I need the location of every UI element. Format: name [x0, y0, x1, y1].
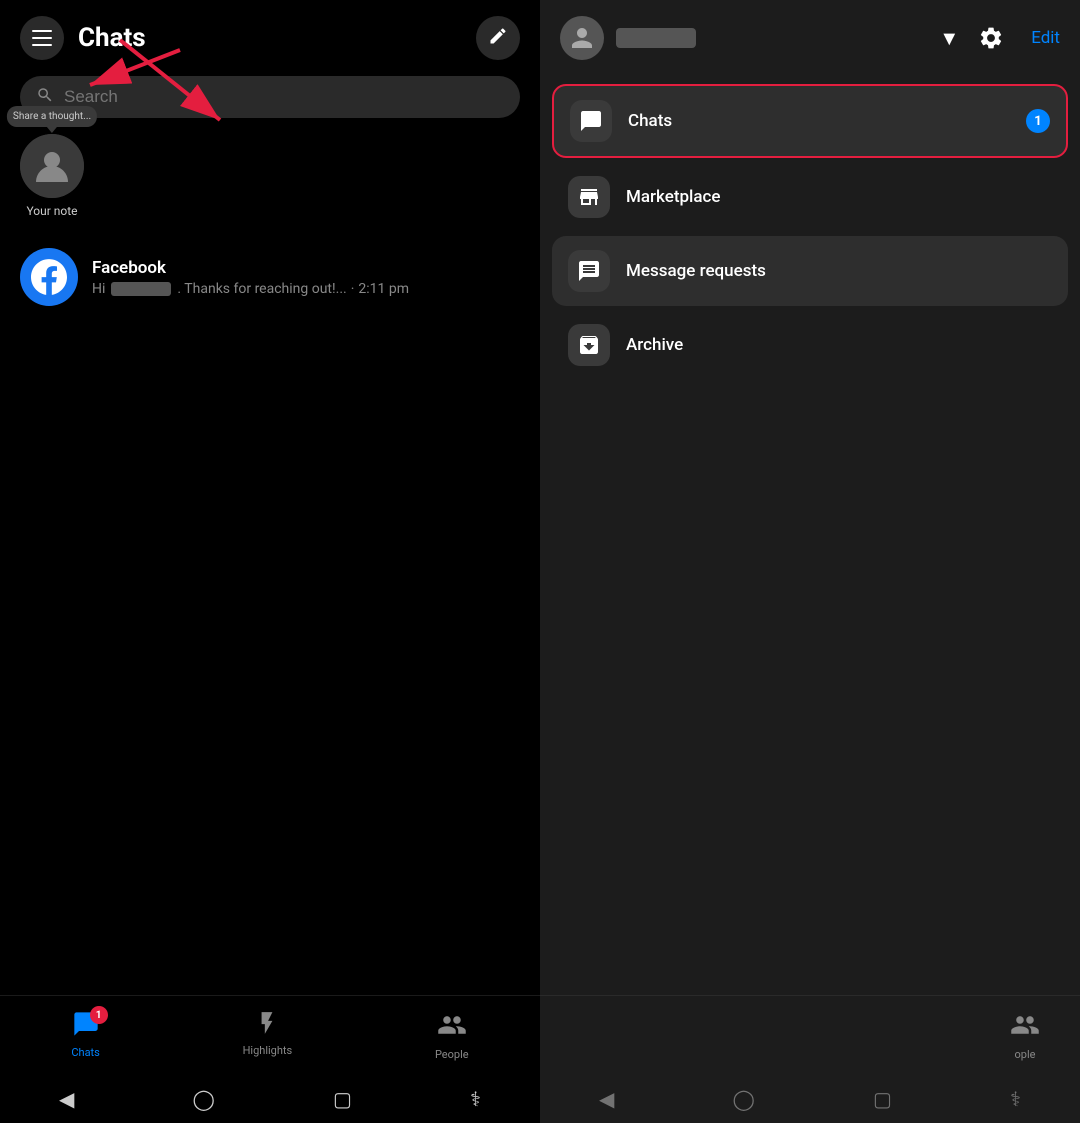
people-icon — [437, 1010, 467, 1040]
android-home-btn-right[interactable]: ◯ — [733, 1087, 755, 1111]
chats-badge: 1 — [1026, 109, 1050, 133]
highlights-icon — [254, 1010, 280, 1040]
compose-button[interactable] — [476, 16, 520, 60]
bottom-nav: 1 Chats Highlights People — [0, 995, 540, 1075]
your-note-item[interactable]: Share a thought... Your note — [20, 134, 84, 218]
hamburger-icon — [32, 30, 52, 46]
archive-icon — [568, 324, 610, 366]
archive-menu-label: Archive — [626, 335, 1052, 355]
right-spacer — [540, 388, 1080, 995]
search-icon — [36, 86, 54, 108]
message-requests-label: Message requests — [626, 261, 1052, 281]
people-right-label: ople — [1015, 1048, 1036, 1061]
android-home-btn[interactable]: ◯ — [193, 1087, 215, 1111]
person-silhouette-icon — [32, 146, 72, 186]
android-back-btn[interactable]: ◀ — [59, 1087, 74, 1111]
pencil-icon — [488, 26, 508, 50]
highlights-nav-label: Highlights — [243, 1044, 293, 1057]
right-bottom-nav: ople — [540, 995, 1080, 1075]
people-icon-right — [1010, 1010, 1040, 1044]
your-note-avatar: Share a thought... — [20, 134, 84, 198]
right-nav-people[interactable]: ople — [1010, 1010, 1040, 1061]
menu-item-archive[interactable]: Archive — [552, 310, 1068, 380]
android-recents-btn-right[interactable]: ▢ — [873, 1087, 892, 1111]
chat-nav-icon: 1 — [72, 1010, 100, 1042]
settings-button[interactable] — [971, 18, 1011, 58]
chat-list: Facebook Hi . Thanks for reaching out!..… — [0, 238, 540, 995]
redacted-name — [111, 282, 171, 296]
left-header: Chats — [0, 0, 540, 72]
menu-button[interactable] — [20, 16, 64, 60]
menu-item-marketplace[interactable]: Marketplace — [552, 162, 1068, 232]
android-accessibility-btn[interactable]: ⚕ — [470, 1087, 481, 1111]
nav-item-chats[interactable]: 1 Chats — [71, 1010, 99, 1059]
share-thought-bubble: Share a thought... — [7, 106, 97, 127]
marketplace-icon — [568, 176, 610, 218]
android-nav-left: ◀ ◯ ▢ ⚕ — [0, 1075, 540, 1123]
right-panel: ▼ Edit Chats 1 Marketp — [540, 0, 1080, 1123]
chat-menu-icon — [570, 100, 612, 142]
left-panel: Chats Share a thought... — [0, 0, 540, 1123]
people-nav-label: People — [435, 1048, 469, 1061]
edit-button[interactable]: Edit — [1031, 28, 1060, 48]
chats-nav-label: Chats — [71, 1046, 99, 1059]
gear-icon — [978, 25, 1004, 51]
table-row[interactable]: Facebook Hi . Thanks for reaching out!..… — [0, 238, 540, 316]
chat-name: Facebook — [92, 258, 520, 278]
chats-title: Chats — [78, 23, 476, 53]
your-note-label: Your note — [26, 204, 77, 218]
menu-item-chats[interactable]: Chats 1 — [552, 84, 1068, 158]
android-recents-btn[interactable]: ▢ — [333, 1087, 352, 1111]
people-nav-icon — [437, 1010, 467, 1044]
chat-time: · — [351, 281, 355, 297]
nav-item-highlights[interactable]: Highlights — [243, 1010, 293, 1057]
marketplace-menu-label: Marketplace — [626, 187, 1052, 207]
android-nav-right: ◀ ◯ ▢ ⚕ — [540, 1075, 1080, 1123]
profile-silhouette-icon — [567, 23, 597, 53]
profile-name-redacted — [616, 28, 696, 48]
chat-preview: Hi . Thanks for reaching out!... · 2:11 … — [92, 281, 520, 297]
chats-nav-badge: 1 — [90, 1006, 108, 1024]
android-back-btn-right[interactable]: ◀ — [599, 1087, 614, 1111]
facebook-logo-icon — [31, 259, 67, 295]
lightning-icon — [254, 1010, 280, 1036]
message-requests-icon — [568, 250, 610, 292]
notes-row: Share a thought... Your note — [0, 134, 540, 218]
right-header: ▼ Edit — [540, 0, 1080, 76]
android-accessibility-btn-right[interactable]: ⚕ — [1010, 1087, 1021, 1111]
search-input[interactable] — [64, 87, 504, 107]
profile-avatar — [560, 16, 604, 60]
menu-list: Chats 1 Marketplace Message requests — [540, 76, 1080, 388]
facebook-avatar — [20, 248, 78, 306]
chat-info: Facebook Hi . Thanks for reaching out!..… — [92, 258, 520, 297]
people-right-icon — [1010, 1010, 1040, 1040]
nav-item-people[interactable]: People — [435, 1010, 469, 1061]
chevron-down-icon[interactable]: ▼ — [939, 26, 959, 51]
menu-item-message-requests[interactable]: Message requests — [552, 236, 1068, 306]
chats-menu-label: Chats — [628, 111, 1010, 131]
